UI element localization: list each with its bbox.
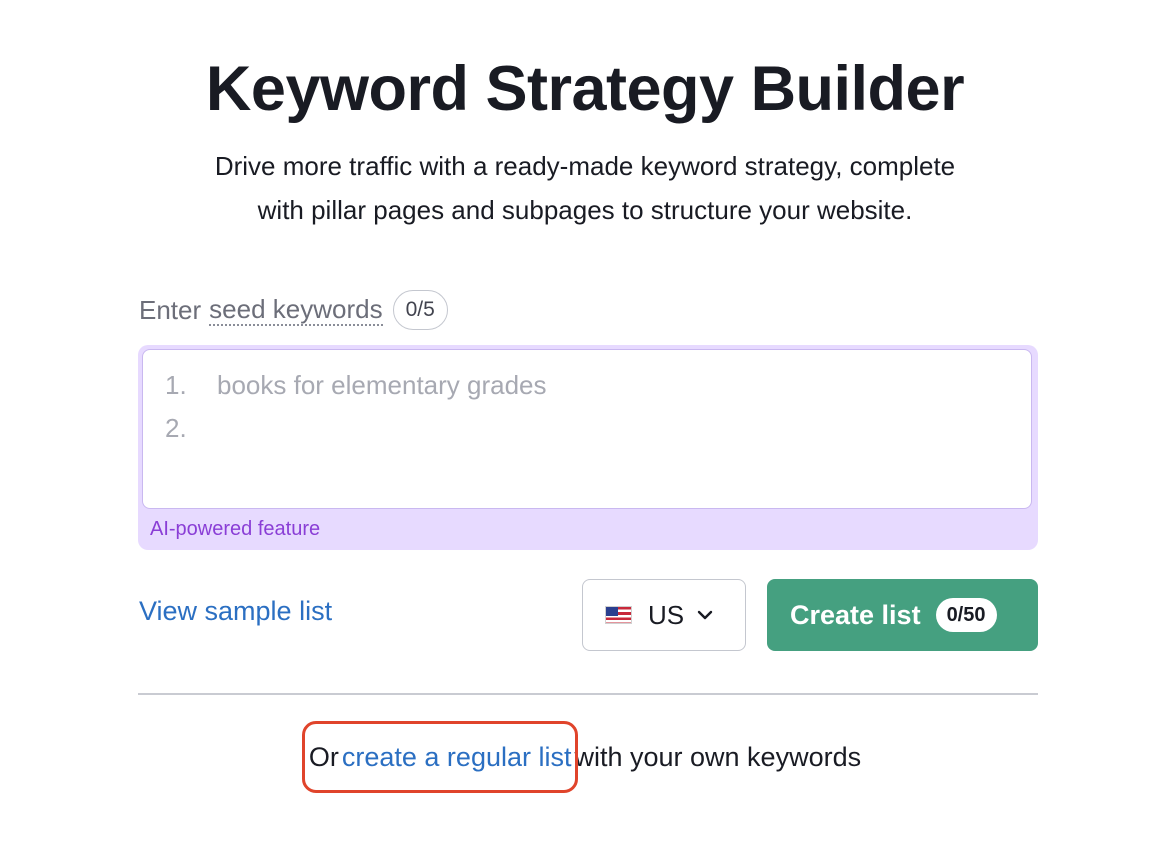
country-select[interactable]: US: [582, 579, 746, 651]
keyword-line-2: 2.: [165, 413, 217, 444]
page-title: Keyword Strategy Builder: [205, 54, 965, 124]
us-flag-icon: [605, 606, 632, 624]
seed-keywords-tooltip-link[interactable]: seed keywords: [209, 294, 383, 326]
divider: [138, 693, 1038, 695]
subtitle-line-1: Drive more traffic with a ready-made key…: [214, 151, 956, 181]
create-regular-list-link[interactable]: create a regular list: [339, 742, 575, 772]
ai-keyword-input-container: 1. books for elementary grades 2. AI-pow…: [138, 345, 1038, 550]
ai-powered-label: AI-powered feature: [150, 518, 321, 540]
keyword-line-1: 1. books for elementary grades: [165, 370, 547, 401]
chevron-down-icon: [696, 606, 714, 624]
create-list-label: Create list: [790, 599, 921, 630]
create-list-button[interactable]: Create list 0/50: [767, 579, 1038, 651]
keyword-placeholder: books for elementary grades: [217, 370, 547, 400]
seed-keywords-textarea[interactable]: 1. books for elementary grades 2.: [142, 349, 1032, 509]
regular-list-prompt: Or create a regular list with your own key…: [0, 742, 1170, 773]
line-number: 1.: [165, 370, 187, 400]
view-sample-list-link[interactable]: View sample list: [139, 596, 332, 627]
country-code: US: [648, 599, 685, 630]
seed-keyword-count-badge: 0/5: [392, 290, 448, 330]
line-number: 2.: [165, 413, 187, 443]
subtitle-line-2: with pillar pages and subpages to struct…: [257, 195, 913, 225]
page-subtitle: Drive more traffic with a ready-made key…: [0, 144, 1170, 232]
seed-label-prefix: Enter: [139, 294, 202, 325]
prompt-suffix: with your own keywords: [574, 742, 862, 772]
list-count-badge: 0/50: [935, 598, 997, 632]
seed-keywords-label: Enter seed keywords 0/5: [139, 288, 448, 332]
prompt-prefix: Or: [308, 742, 339, 772]
